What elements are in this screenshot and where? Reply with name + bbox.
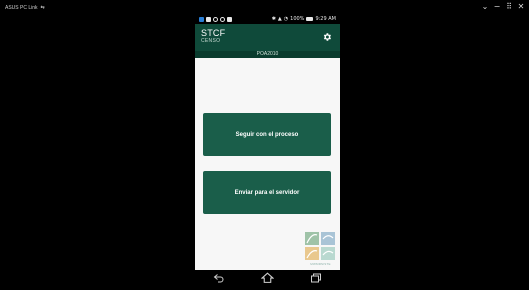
gear-icon[interactable] bbox=[322, 32, 332, 42]
host-title-bar: ASUS PC Link ⇆ bbox=[5, 3, 48, 13]
window-controls: ⌄ − ⠿ ✕ bbox=[481, 2, 525, 12]
sync-icon bbox=[213, 16, 218, 22]
pc-link-window: ASUS PC Link ⇆ ⌄ − ⠿ ✕ ✱ ▲ ◔ 100% 9:29 A… bbox=[0, 0, 529, 290]
logo-mark bbox=[305, 232, 335, 260]
close-icon[interactable]: ✕ bbox=[517, 2, 525, 12]
notification-icon bbox=[199, 16, 204, 22]
recents-icon bbox=[310, 273, 321, 282]
minimize-icon[interactable]: − bbox=[493, 2, 501, 12]
back-button[interactable] bbox=[212, 272, 226, 284]
status-time: 9:29 AM bbox=[315, 16, 336, 22]
status-system: ✱ ▲ ◔ 100% 9:29 AM bbox=[272, 16, 340, 22]
resize-icon[interactable]: ⠿ bbox=[505, 2, 513, 12]
pin-icon bbox=[227, 16, 232, 22]
bluetooth-icon: ✱ bbox=[271, 16, 276, 22]
app-header: STCF CENSO bbox=[195, 24, 340, 51]
main-content: Seguir con el proceso Enviar para el ser… bbox=[195, 58, 340, 270]
app-title: STCF bbox=[201, 28, 226, 38]
battery-percent: 100% bbox=[290, 16, 305, 22]
link-icon: ⇆ bbox=[40, 4, 45, 11]
send-to-server-button[interactable]: Enviar para el servidor bbox=[203, 171, 331, 214]
android-nav-bar bbox=[195, 270, 340, 285]
home-icon bbox=[260, 272, 274, 283]
logo: MWMRSISTE bbox=[304, 231, 337, 266]
back-icon bbox=[213, 273, 224, 282]
signal-icon: ▲ bbox=[277, 16, 282, 22]
section-bar: POA2010 bbox=[195, 51, 340, 58]
continue-process-button[interactable]: Seguir con el proceso bbox=[203, 113, 331, 156]
status-notifications bbox=[195, 16, 232, 22]
message-icon bbox=[206, 16, 211, 22]
minimize-to-tray-icon[interactable]: ⌄ bbox=[481, 2, 489, 12]
app-subtitle: CENSO bbox=[201, 38, 221, 44]
host-app-name: ASUS PC Link bbox=[5, 5, 38, 11]
home-button[interactable] bbox=[260, 272, 274, 284]
phone-mirror: ✱ ▲ ◔ 100% 9:29 AM STCF CENSO POA2010 Se… bbox=[195, 14, 340, 285]
status-bar: ✱ ▲ ◔ 100% 9:29 AM bbox=[195, 14, 340, 24]
battery-icon bbox=[306, 17, 314, 21]
location-icon bbox=[220, 16, 225, 22]
recents-button[interactable] bbox=[309, 272, 323, 284]
logo-label: MWMRSISTE bbox=[310, 262, 331, 266]
wifi-icon: ◔ bbox=[283, 16, 289, 22]
